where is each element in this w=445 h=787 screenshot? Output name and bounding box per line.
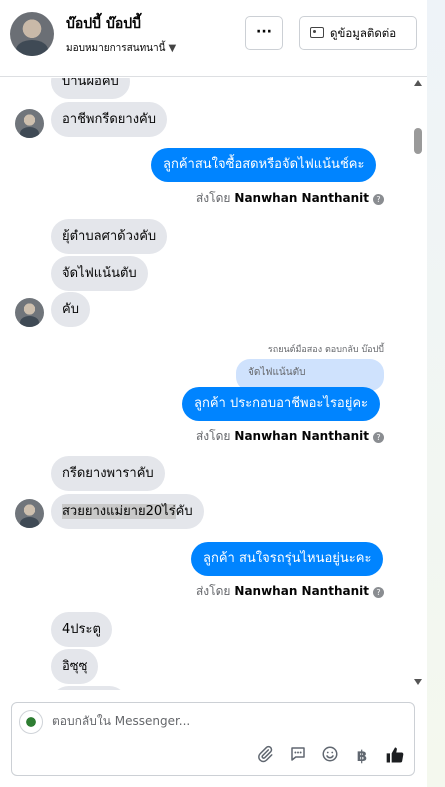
message-incoming[interactable]: อิซุซุ <box>51 649 99 684</box>
sent-by-agent: Nanwhan Nanthanit <box>234 191 369 205</box>
more-options-button[interactable]: ··· <box>245 16 283 50</box>
message-incoming[interactable]: สวยยางแม่ยาย20ไร่คับ <box>51 494 204 529</box>
saved-replies-icon[interactable] <box>287 745 309 767</box>
sent-by-agent: Nanwhan Nanthanit <box>234 584 369 598</box>
reply-input[interactable] <box>52 714 392 728</box>
customer-name[interactable]: บ๊อปบี้ บ๊อปบี้ <box>66 13 141 35</box>
reply-context-label: รถยนต์มือสอง ตอบกลับ บ๊อปบี้ <box>267 345 384 355</box>
assign-label: มอบหมายการสนทนานี้ <box>66 43 166 54</box>
sent-by-label: ส่งโดย Nanwhan Nanthanit? <box>196 189 384 208</box>
sent-by-agent: Nanwhan Nanthanit <box>234 429 369 443</box>
message-incoming[interactable]: อาชีพกรีดยางคับ <box>51 102 168 137</box>
highlighted-text: สวยยางแม่ยาย20ไร่ <box>62 504 176 519</box>
sent-by-label: ส่งโดย Nanwhan Nanthanit? <box>196 427 384 446</box>
message-incoming[interactable]: ยุ้ตำบลศาด้วงคับ <box>51 219 168 254</box>
message-incoming[interactable]: กรีดยางพาราคับ <box>51 456 165 491</box>
message-text: คับ <box>175 504 193 519</box>
sent-by-label: ส่งโดย Nanwhan Nanthanit? <box>196 582 384 601</box>
thumbs-up-icon[interactable] <box>384 745 406 767</box>
scroll-down-arrow[interactable] <box>414 679 422 685</box>
message-outgoing[interactable]: ลูกค้า สนใจรถรุ่นไหนอยู่นะคะ <box>191 542 384 576</box>
avatar[interactable] <box>15 109 44 138</box>
sent-by-prefix: ส่งโดย <box>195 584 231 598</box>
assign-conversation-dropdown[interactable]: มอบหมายการสนทนานี้ ▼ <box>66 41 176 56</box>
page-logo <box>19 710 43 734</box>
window-edge <box>427 0 445 787</box>
reply-composer: ฿ <box>11 702 415 776</box>
help-icon[interactable]: ? <box>373 432 384 443</box>
view-contact-info-button[interactable]: ดูข้อมูลติดต่อ <box>299 16 417 50</box>
chevron-down-icon: ▼ <box>168 43 177 54</box>
payment-icon[interactable]: ฿ <box>351 745 373 767</box>
message-outgoing[interactable]: ลูกค้าสนใจซื้อสดหรือจัดไฟแน้นช์คะ <box>151 148 377 182</box>
message-outgoing[interactable]: ลูกค้า ประกอบอาชีพอะไรอยู่คะ <box>182 387 381 421</box>
conversation-panel: บ๊อปบี้ บ๊อปบี้ มอบหมายการสนทนานี้ ▼ ··· … <box>0 0 427 787</box>
attachment-icon[interactable] <box>254 745 276 767</box>
view-contact-info-label: ดูข้อมูลติดต่อ <box>330 26 397 40</box>
message-incoming[interactable]: บ้านผือคับ <box>51 78 130 99</box>
emoji-icon[interactable] <box>319 745 341 767</box>
message-incoming[interactable]: คับ <box>51 292 90 327</box>
sent-by-prefix: ส่งโดย <box>195 191 231 205</box>
conversation-header: บ๊อปบี้ บ๊อปบี้ มอบหมายการสนทนานี้ ▼ ··· … <box>0 0 427 77</box>
scrollbar-thumb[interactable] <box>414 128 422 154</box>
message-list[interactable]: บ้านผือคับ อาชีพกรีดยางคับ ลูกค้าสนใจซื้… <box>0 78 412 690</box>
message-incoming[interactable]: 4ประตู <box>51 612 112 647</box>
sent-by-prefix: ส่งโดย <box>195 429 231 443</box>
contact-card-icon <box>310 27 324 38</box>
help-icon[interactable]: ? <box>373 587 384 598</box>
scroll-up-arrow[interactable] <box>414 80 422 86</box>
avatar[interactable] <box>10 12 54 56</box>
avatar[interactable] <box>15 298 44 327</box>
message-incoming[interactable]: จัดไฟแน้นตับ <box>51 256 148 291</box>
message-incoming[interactable] <box>51 686 127 690</box>
help-icon[interactable]: ? <box>373 194 384 205</box>
avatar[interactable] <box>15 499 44 528</box>
